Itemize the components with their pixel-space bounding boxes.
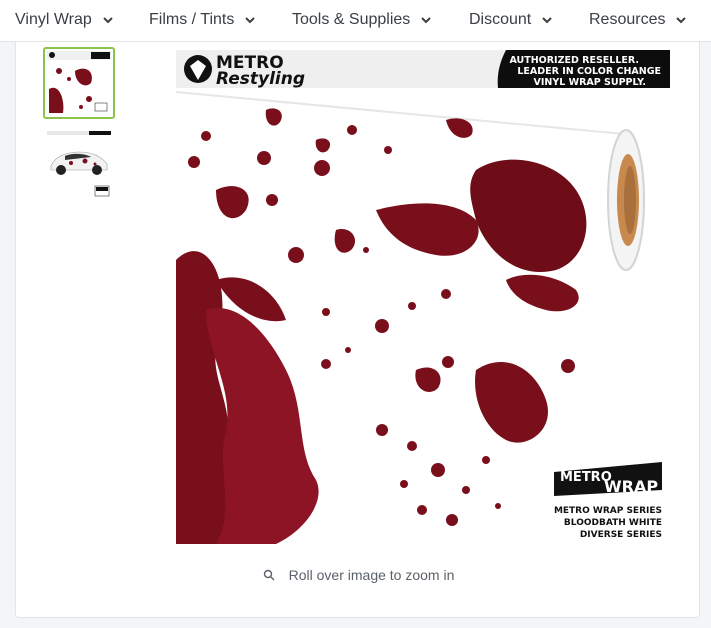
magnifier-icon	[263, 569, 275, 581]
chevron-down-icon	[421, 17, 432, 24]
brand-bottom-text: Restyling	[216, 69, 305, 89]
main-product-image[interactable]: METRO Restyling AUTHORIZED RESELLER. LEA…	[176, 50, 670, 544]
thumbnail-car-preview	[45, 130, 113, 198]
zoom-hint: Roll over image to zoom in	[16, 567, 701, 583]
nav-tools-supplies-label: Tools & Supplies	[292, 11, 411, 28]
series-line-2: BLOODBATH WHITE	[564, 518, 662, 528]
thumbnail-car-image[interactable]	[45, 130, 113, 198]
chevron-down-icon	[542, 17, 552, 24]
nav-resources-label: Resources	[589, 11, 666, 28]
banner-line-1: AUTHORIZED RESELLER.	[509, 55, 639, 66]
vinyl-roll-illustration: METRO Restyling AUTHORIZED RESELLER. LEA…	[176, 50, 670, 544]
thumbnail-roll-image[interactable]	[43, 47, 115, 119]
chevron-down-icon	[245, 17, 256, 24]
nav-discount-label: Discount	[469, 11, 532, 28]
series-line-1: METRO WRAP SERIES	[554, 506, 662, 516]
nav-vinyl-wrap-label: Vinyl Wrap	[15, 11, 92, 28]
nav-films-tints[interactable]: Films / Tints	[149, 0, 256, 40]
thumbnail-roll-preview	[45, 49, 113, 117]
nav-films-tints-label: Films / Tints	[149, 11, 235, 28]
banner-line-3: VINYL WRAP SUPPLY.	[534, 77, 646, 88]
top-navigation: Vinyl Wrap Films / Tints Tools & Supplie…	[0, 0, 711, 42]
chevron-down-icon	[103, 17, 113, 24]
wrap-logo-bottom: WRAP	[604, 477, 658, 496]
product-gallery-card: METRO Restyling AUTHORIZED RESELLER. LEA…	[15, 42, 700, 618]
series-line-3: DIVERSE SERIES	[580, 530, 662, 540]
banner-line-2: LEADER IN COLOR CHANGE	[517, 66, 661, 77]
zoom-hint-label: Roll over image to zoom in	[288, 567, 455, 583]
nav-discount[interactable]: Discount	[469, 0, 553, 40]
nav-resources[interactable]: Resources	[589, 0, 687, 40]
nav-vinyl-wrap[interactable]: Vinyl Wrap	[15, 0, 114, 40]
chevron-down-icon	[676, 17, 687, 24]
nav-tools-supplies[interactable]: Tools & Supplies	[292, 0, 432, 40]
